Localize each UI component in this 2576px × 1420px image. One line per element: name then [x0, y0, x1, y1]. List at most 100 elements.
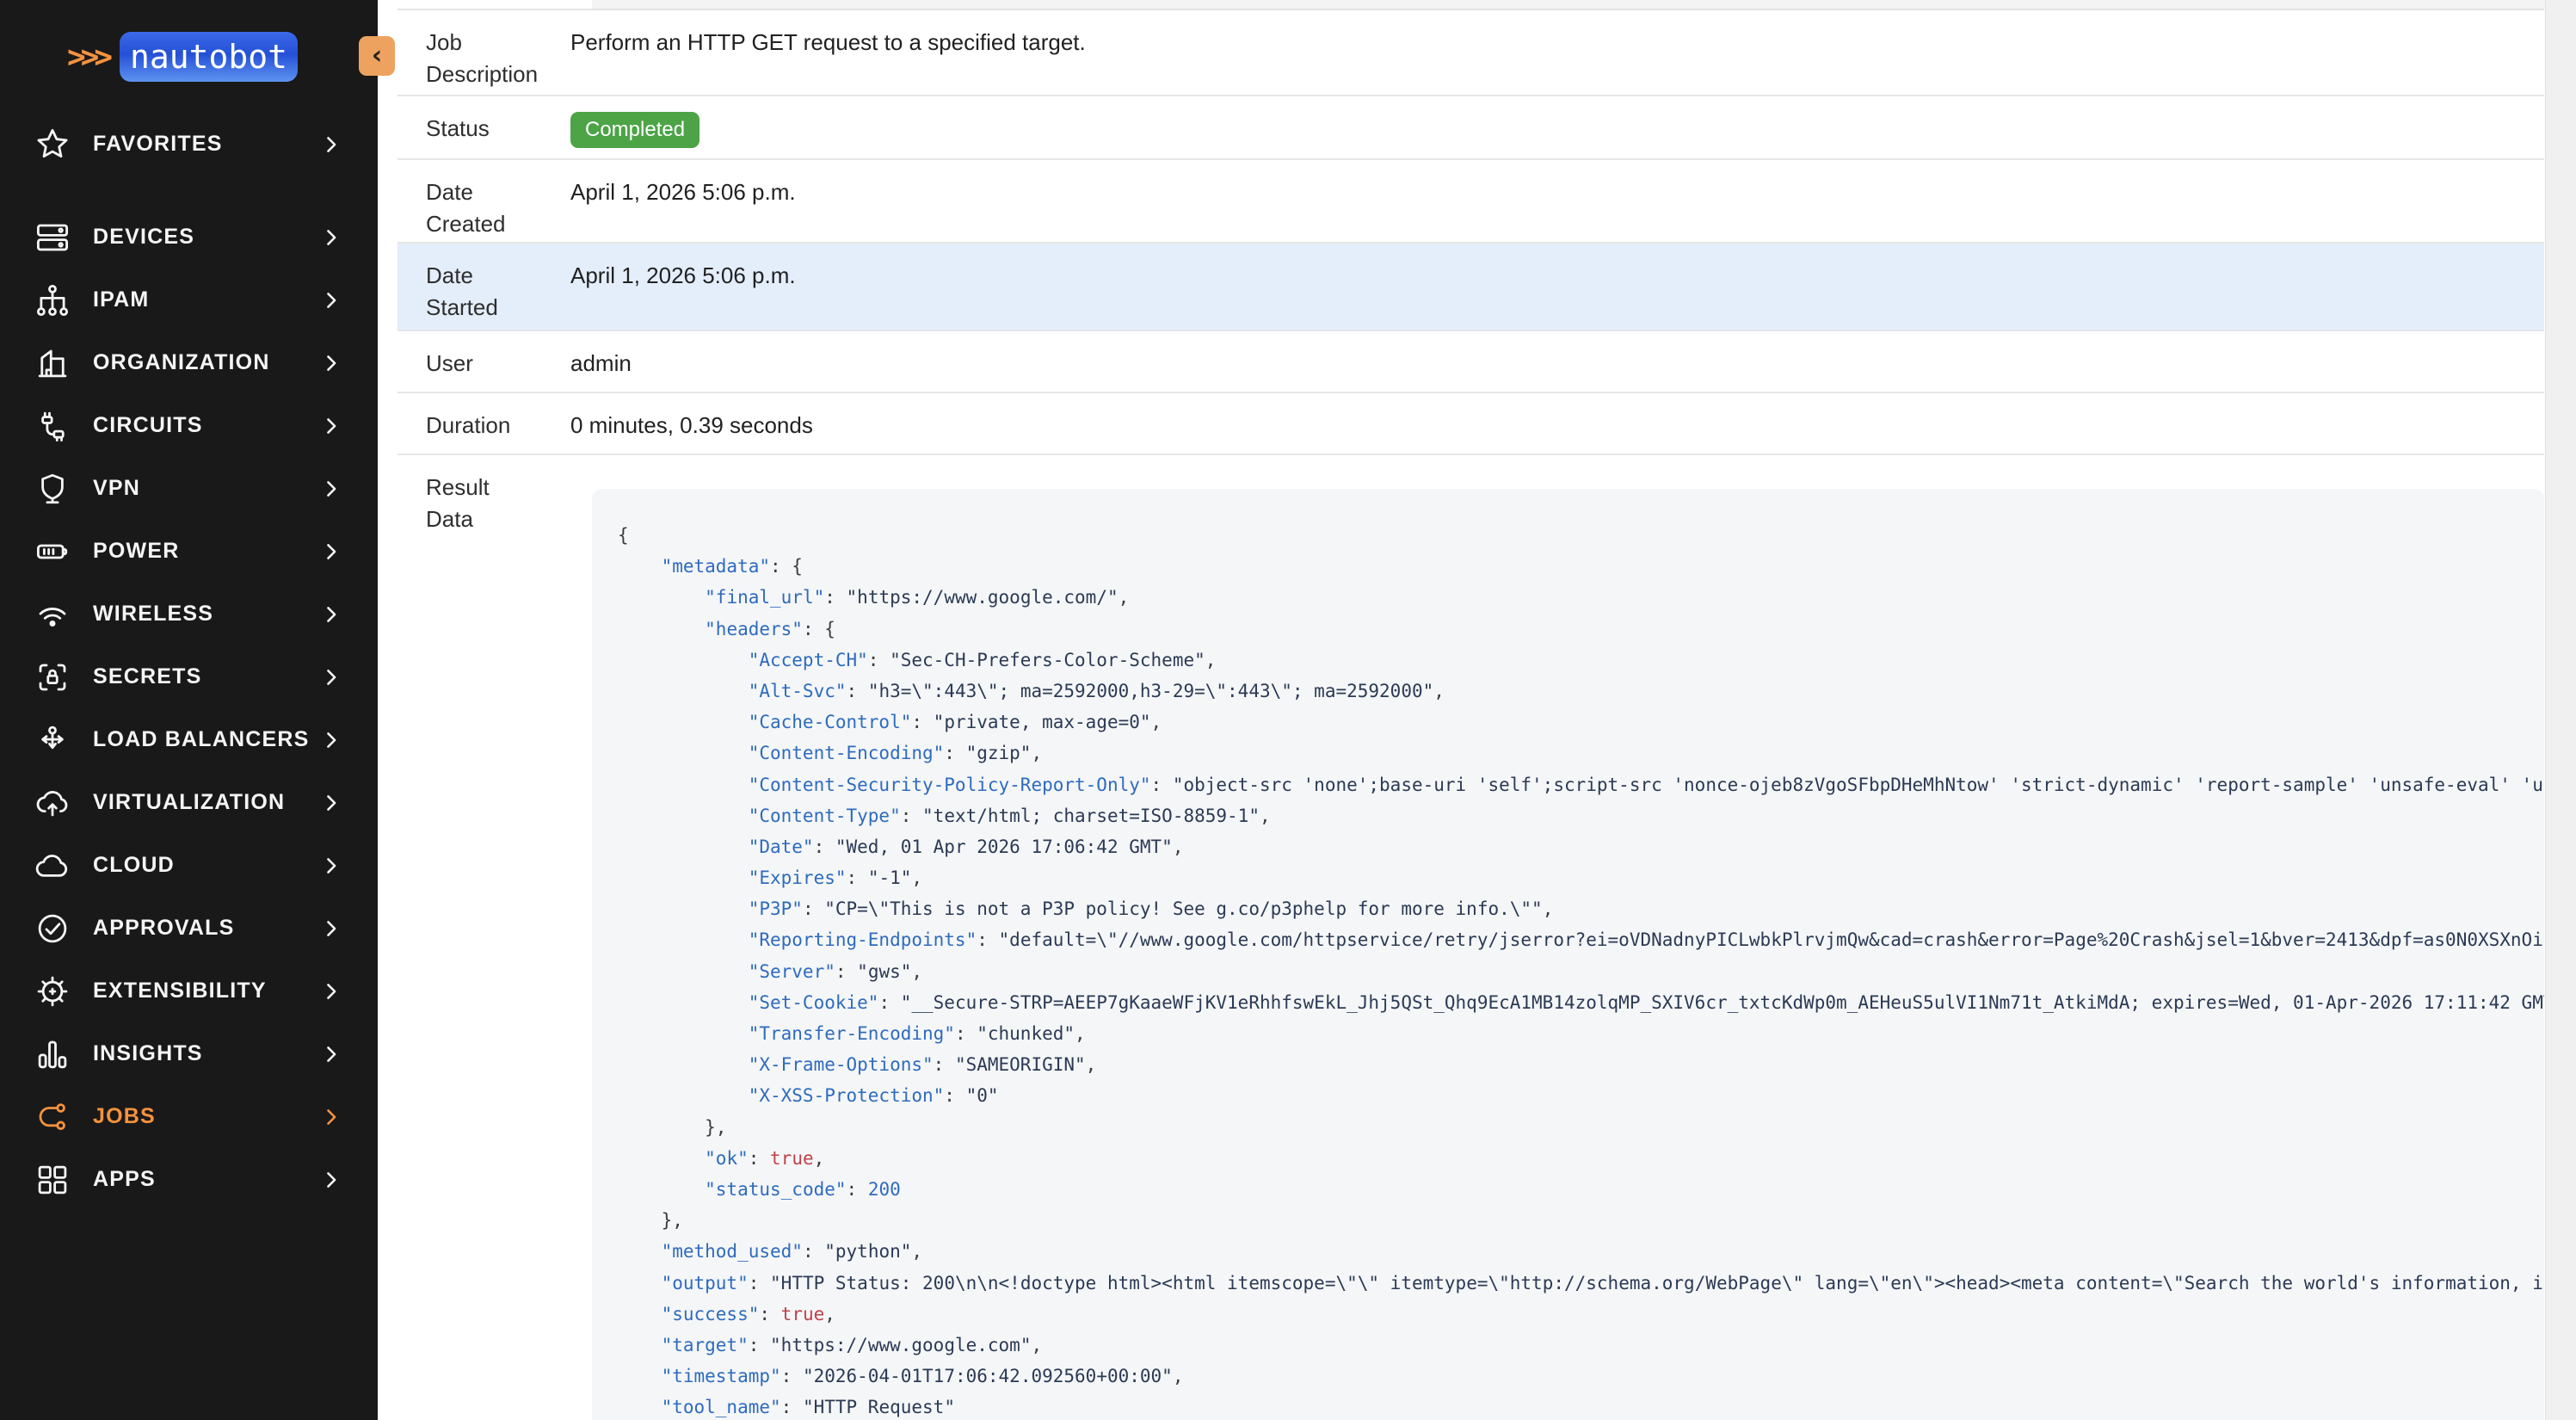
table-row-status: StatusCompleted: [397, 96, 2544, 160]
sidebar-item-load-balancers[interactable]: LOAD BALANCERS: [0, 708, 378, 771]
app-root: >>> nautobot FAVORITES DEVICES IPAM ORGANIZ…: [0, 0, 2576, 1420]
vpn-icon: [34, 471, 71, 507]
main-content: JobDescriptionPerform an HTTP GET reques…: [378, 0, 2576, 1420]
chevron-right-icon: [319, 665, 343, 689]
chevron-right-icon: [319, 477, 343, 501]
sidebar-item-organization[interactable]: ORGANIZATION: [0, 331, 378, 394]
row-value-date-started: April 1, 2026 5:06 p.m.: [570, 244, 2544, 330]
cloud-icon: [34, 848, 71, 884]
row-value-date-created: April 1, 2026 5:06 p.m.: [570, 160, 2544, 242]
row-value-duration: 0 minutes, 0.39 seconds: [570, 393, 2544, 454]
apps-icon: [34, 1162, 71, 1198]
sidebar-item-jobs[interactable]: JOBS: [0, 1085, 378, 1148]
sidebar-item-label: IPAM: [93, 287, 319, 312]
sidebar-item-wireless[interactable]: WIRELESS: [0, 583, 378, 645]
devices-icon: [34, 219, 71, 256]
ipam-icon: [34, 282, 71, 318]
chevron-right-icon: [319, 288, 343, 312]
row-value-status: Completed: [570, 96, 2544, 158]
row-value-job-description: Perform an HTTP GET request to a specifi…: [570, 10, 2544, 95]
row-value-user: admin: [570, 331, 2544, 392]
collapse-chevron-icon: ‹: [372, 43, 382, 69]
sidebar-item-label: EXTENSIBILITY: [93, 979, 319, 1003]
table-row-result-data: ResultData { "metadata": { "final_url": "…: [397, 455, 2544, 1420]
row-label-user: User: [397, 331, 570, 392]
row-value-result-data: { "metadata": { "final_url": "https://ww…: [570, 455, 2544, 1420]
row-label-status: Status: [397, 96, 570, 158]
sidebar-item-label: DEVICES: [93, 225, 319, 250]
sidebar-item-circuits[interactable]: CIRCUITS: [0, 394, 378, 457]
star-icon: [34, 127, 71, 163]
circuits-icon: [34, 408, 71, 444]
chevron-right-icon: [319, 351, 343, 375]
sidebar-item-secrets[interactable]: SECRETS: [0, 645, 378, 708]
sidebar-item-label: WIRELESS: [93, 602, 319, 627]
job-detail-table: JobDescriptionPerform an HTTP GET reques…: [397, 9, 2544, 1420]
power-icon: [34, 534, 71, 570]
nautobot-logo[interactable]: >>> nautobot: [0, 0, 378, 82]
sidebar-item-label: VPN: [93, 476, 319, 501]
sidebar: >>> nautobot FAVORITES DEVICES IPAM ORGANIZ…: [0, 0, 378, 1420]
result-data-json: { "metadata": { "final_url": "https://ww…: [618, 520, 2518, 1420]
status-badge: Completed: [570, 112, 699, 148]
sidebar-item-label: SECRETS: [93, 664, 319, 689]
sidebar-item-label: CIRCUITS: [93, 413, 319, 438]
logo-wordmark: nautobot: [120, 32, 298, 82]
sidebar-item-favorites[interactable]: FAVORITES: [0, 113, 378, 176]
row-label-date-started: DateStarted: [397, 244, 570, 330]
chevron-right-icon: [319, 728, 343, 752]
secrets-icon: [34, 659, 71, 695]
load-balancers-icon: [34, 722, 71, 758]
sidebar-item-extensibility[interactable]: EXTENSIBILITY: [0, 960, 378, 1022]
sidebar-item-label: LOAD BALANCERS: [93, 727, 319, 752]
sidebar-item-ipam[interactable]: IPAM: [0, 269, 378, 331]
sidebar-item-apps[interactable]: APPS: [0, 1148, 378, 1211]
sidebar-item-label: CLOUD: [93, 853, 319, 878]
table-row-job-description: JobDescriptionPerform an HTTP GET reques…: [397, 10, 2544, 96]
chevron-right-icon: [319, 1168, 343, 1192]
chevron-right-icon: [319, 225, 343, 250]
chevron-right-icon: [319, 979, 343, 1003]
scrollbar-gutter[interactable]: [2545, 0, 2576, 1420]
sidebar-item-cloud[interactable]: CLOUD: [0, 834, 378, 897]
chevron-right-icon: [319, 1042, 343, 1066]
sidebar-item-approvals[interactable]: APPROVALS: [0, 897, 378, 960]
jobs-icon: [34, 1099, 71, 1135]
table-row-user: Useradmin: [397, 331, 2544, 393]
chevron-right-icon: [319, 917, 343, 941]
sidebar-item-label: APPROVALS: [93, 916, 319, 941]
row-label-job-description: JobDescription: [397, 10, 570, 95]
result-data-codeblock[interactable]: { "metadata": { "final_url": "https://ww…: [592, 489, 2544, 1420]
sidebar-item-devices[interactable]: DEVICES: [0, 206, 378, 269]
sidebar-item-label: FAVORITES: [93, 132, 319, 157]
sidebar-item-label: POWER: [93, 539, 319, 564]
sidebar-item-vpn[interactable]: VPN: [0, 457, 378, 520]
chevron-right-icon: [319, 854, 343, 878]
wireless-icon: [34, 596, 71, 633]
extensibility-icon: [34, 973, 71, 1009]
sidebar-item-label: JOBS: [93, 1104, 319, 1129]
chevron-right-icon: [319, 133, 343, 157]
row-label-duration: Duration: [397, 393, 570, 454]
sidebar-item-label: VIRTUALIZATION: [93, 790, 319, 815]
chevron-right-icon: [319, 540, 343, 564]
chevron-right-icon: [319, 791, 343, 815]
sidebar-collapse-button[interactable]: ‹: [359, 36, 395, 76]
sidebar-item-virtualization[interactable]: VIRTUALIZATION: [0, 771, 378, 834]
sidebar-item-insights[interactable]: INSIGHTS: [0, 1022, 378, 1085]
organization-icon: [34, 345, 71, 381]
chevron-right-icon: [319, 602, 343, 627]
logo-chevrons-icon: >>>: [67, 40, 108, 75]
sidebar-menu: FAVORITES DEVICES IPAM ORGANIZATION CIRCUITS…: [0, 113, 378, 1211]
row-label-result-data: ResultData: [397, 455, 570, 1420]
table-row-duration: Duration0 minutes, 0.39 seconds: [397, 393, 2544, 455]
scrolled-row-sliver: [592, 0, 2576, 9]
sidebar-item-label: ORGANIZATION: [93, 350, 319, 375]
sidebar-item-label: INSIGHTS: [93, 1041, 319, 1066]
sidebar-item-label: APPS: [93, 1167, 319, 1192]
sidebar-item-power[interactable]: POWER: [0, 520, 378, 583]
table-row-date-started: DateStartedApril 1, 2026 5:06 p.m.: [397, 244, 2544, 331]
insights-icon: [34, 1036, 71, 1072]
approvals-icon: [34, 911, 71, 947]
table-row-date-created: DateCreatedApril 1, 2026 5:06 p.m.: [397, 160, 2544, 244]
